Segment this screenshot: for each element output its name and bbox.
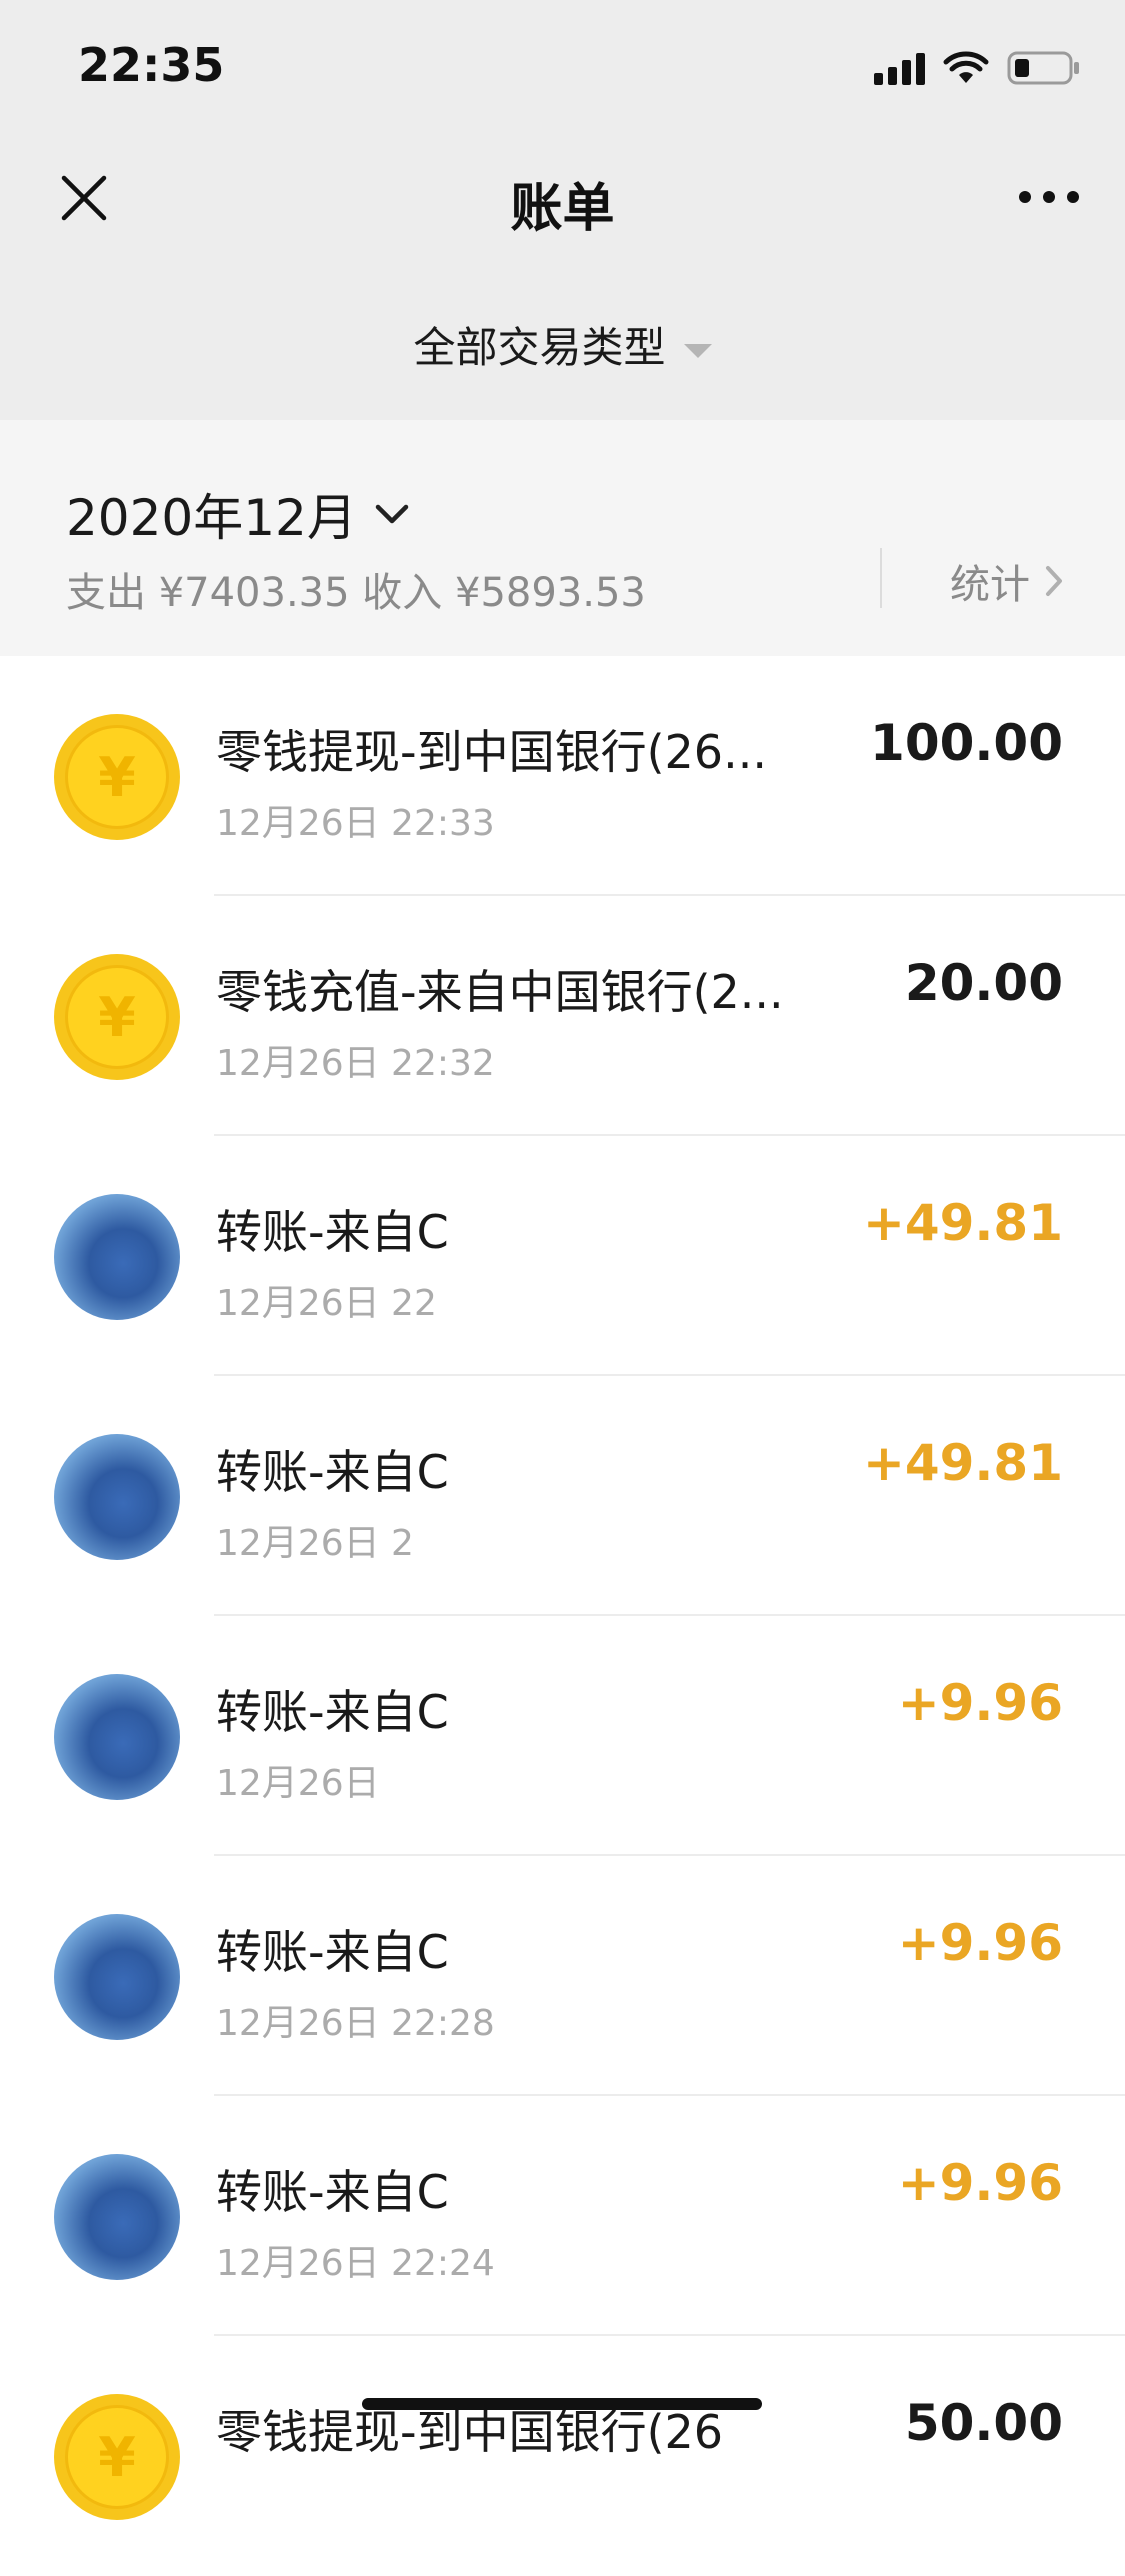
status-time: 22:35: [78, 38, 225, 92]
divider: [880, 548, 882, 608]
transaction-row[interactable]: 转账-来自C 12月26日 22:28 +9.96: [0, 1856, 1125, 2096]
transaction-amount: +49.81: [862, 1194, 1063, 1252]
transaction-title: 转账-来自C: [216, 2165, 449, 2219]
transaction-row[interactable]: ¥ 零钱充值-来自中国银行(2... 12月26日 22:32 20.00: [0, 896, 1125, 1136]
transaction-title: 转账-来自C: [216, 1445, 449, 1499]
chevron-down-icon: [375, 504, 409, 524]
transaction-amount: +9.96: [897, 2154, 1063, 2212]
transaction-row[interactable]: ¥ 零钱提现-到中国银行(26 50.00: [0, 2336, 1125, 2576]
status-icons: [874, 48, 1081, 88]
filter-label: 全部交易类型: [413, 323, 666, 372]
transaction-time: 12月26日 22:24: [216, 2243, 495, 2284]
coin-icon: ¥: [54, 714, 180, 840]
coin-icon: ¥: [54, 954, 180, 1080]
more-icon[interactable]: [1017, 182, 1081, 212]
coin-icon: ¥: [54, 2394, 180, 2520]
transaction-row[interactable]: ¥ 零钱提现-到中国银行(26... 12月26日 22:33 100.00: [0, 656, 1125, 896]
wifi-icon: [943, 51, 989, 83]
transaction-time: 12月26日 22:28: [216, 2003, 495, 2044]
transaction-amount: +49.81: [862, 1434, 1063, 1492]
stats-label: 统计: [950, 562, 1030, 608]
chevron-right-icon: [1046, 566, 1062, 596]
transaction-row[interactable]: 转账-来自C 12月26日 22 +49.81: [0, 1136, 1125, 1376]
dropdown-arrow-icon: [683, 343, 712, 358]
transaction-time: 12月26日: [216, 1763, 380, 1804]
transaction-time: 12月26日 22:33: [216, 803, 495, 844]
status-bar: 22:35: [0, 0, 1125, 132]
transaction-amount: 100.00: [870, 714, 1063, 772]
transaction-amount: 20.00: [904, 954, 1063, 1012]
avatar: [54, 1914, 180, 2040]
month-selector[interactable]: 2020年12月: [66, 478, 409, 550]
transaction-title: 零钱提现-到中国银行(26...: [216, 725, 767, 779]
nav-bar: 账单: [0, 132, 1125, 264]
avatar: [54, 2154, 180, 2280]
transaction-amount: +9.96: [897, 1914, 1063, 1972]
transaction-row[interactable]: 转账-来自C 12月26日 22:24 +9.96: [0, 2096, 1125, 2336]
filter-bar: 全部交易类型: [0, 264, 1125, 420]
expense-income-summary: 支出 ¥7403.35 收入 ¥5893.53: [66, 570, 646, 616]
home-indicator[interactable]: [362, 2398, 762, 2410]
signal-icon: [874, 51, 925, 85]
month-label: 2020年12月: [66, 489, 357, 547]
transaction-title: 转账-来自C: [216, 1205, 449, 1259]
avatar: [54, 1434, 180, 1560]
page-title: 账单: [510, 179, 615, 239]
transaction-title: 转账-来自C: [216, 1925, 449, 1979]
transaction-amount: +9.96: [897, 1674, 1063, 1732]
transaction-list: ¥ 零钱提现-到中国银行(26... 12月26日 22:33 100.00 ¥…: [0, 656, 1125, 2576]
transaction-type-filter[interactable]: 全部交易类型: [0, 314, 1125, 375]
avatar: [54, 1674, 180, 1800]
battery-icon: [1007, 51, 1079, 85]
avatar: [54, 1194, 180, 1320]
transaction-time: 12月26日 22: [216, 1283, 437, 1324]
transaction-title: 转账-来自C: [216, 1685, 449, 1739]
transaction-title: 零钱充值-来自中国银行(2...: [216, 965, 784, 1019]
transaction-row[interactable]: 转账-来自C 12月26日 +9.96: [0, 1616, 1125, 1856]
transaction-time: 12月26日 2: [216, 1523, 414, 1564]
transaction-time: 12月26日 22:32: [216, 1043, 495, 1084]
stats-button[interactable]: 统计: [950, 552, 1064, 610]
month-summary: 2020年12月 支出 ¥7403.35 收入 ¥5893.53 统计: [0, 420, 1125, 656]
transaction-amount: 50.00: [904, 2394, 1063, 2452]
transaction-row[interactable]: 转账-来自C 12月26日 2 +49.81: [0, 1376, 1125, 1616]
